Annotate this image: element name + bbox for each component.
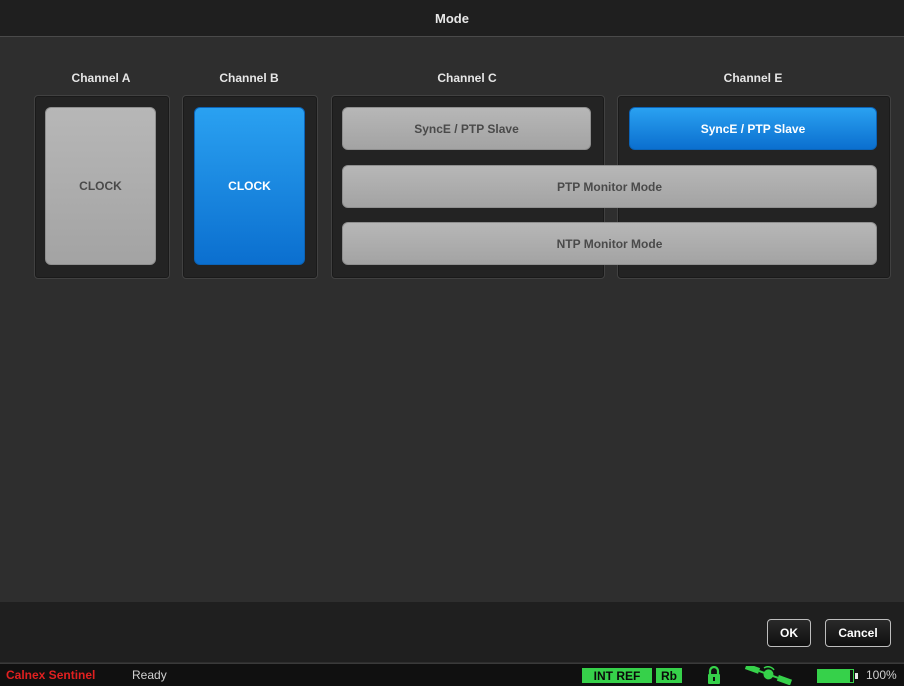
ntp-monitor-mode-button[interactable]: NTP Monitor Mode (342, 222, 877, 265)
ptp-monitor-mode-label: PTP Monitor Mode (556, 179, 663, 194)
title-bar: Mode (0, 0, 904, 37)
channel-a-header: Channel A (71, 71, 131, 85)
channel-a-clock-button[interactable]: CLOCK (45, 107, 156, 265)
channel-c-synce-ptp-slave-button[interactable]: SyncE / PTP Slave (342, 107, 591, 150)
ptp-monitor-mode-button[interactable]: PTP Monitor Mode (342, 165, 877, 208)
channel-b-clock-button[interactable]: CLOCK (194, 107, 305, 265)
app-window: Mode Channel A Channel B Channel C Chann… (0, 0, 904, 686)
battery-icon (817, 669, 858, 683)
brand-label: Calnex Sentinel (6, 668, 96, 682)
ntp-monitor-mode-label: NTP Monitor Mode (556, 236, 663, 251)
ok-label: OK (780, 626, 798, 640)
int-ref-label: INT REF (593, 668, 641, 683)
channel-e-header: Channel E (723, 71, 783, 85)
window-title: Mode (435, 10, 469, 26)
channel-c-synce-label: SyncE / PTP Slave (414, 121, 519, 136)
rb-badge: Rb (656, 668, 682, 683)
rb-label: Rb (661, 668, 677, 683)
cancel-button[interactable]: Cancel (825, 619, 891, 647)
lock-icon (708, 666, 720, 684)
channel-a-clock-label: CLOCK (79, 179, 122, 193)
channel-b-header: Channel B (219, 71, 279, 85)
channel-e-synce-label: SyncE / PTP Slave (700, 121, 806, 136)
channel-c-header: Channel C (437, 71, 497, 85)
satellite-icon (744, 666, 793, 685)
battery-percent: 100% (866, 668, 897, 682)
int-ref-badge: INT REF (582, 668, 652, 683)
cancel-label: Cancel (838, 626, 878, 640)
channel-e-synce-ptp-slave-button[interactable]: SyncE / PTP Slave (629, 107, 877, 150)
channel-b-clock-label: CLOCK (228, 179, 271, 193)
ok-button[interactable]: OK (767, 619, 811, 647)
status-state: Ready (132, 668, 167, 682)
status-bar: Calnex Sentinel Ready INT REF Rb 100% (0, 663, 904, 686)
